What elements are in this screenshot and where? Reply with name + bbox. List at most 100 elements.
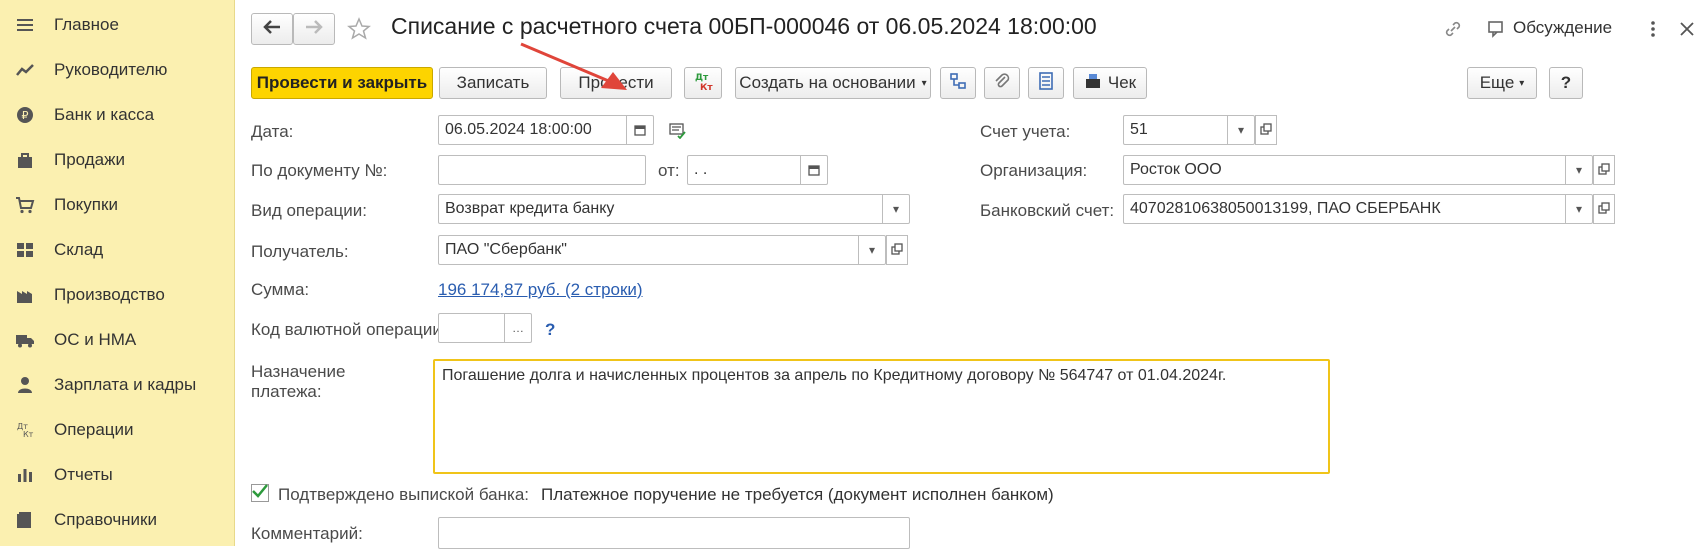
account-label: Счет учета: [980, 122, 1071, 141]
organization-value: Росток ООО [1130, 161, 1222, 178]
sidebar-item-main[interactable]: Главное [0, 5, 234, 45]
cart-icon [14, 194, 36, 216]
dt-kt-button[interactable]: Дт Кт [684, 67, 722, 99]
open-bank-account-button[interactable] [1593, 194, 1615, 224]
sidebar-item-assets[interactable]: ОС и НМА [0, 320, 234, 360]
sidebar-item-label: Продажи [54, 150, 125, 169]
sidebar-item-directories[interactable]: Справочники [0, 500, 234, 540]
sidebar-item-label: Производство [54, 285, 165, 304]
sidebar-item-reports[interactable]: Отчеты [0, 455, 234, 495]
date-value: 06.05.2024 18:00:00 [445, 121, 592, 138]
checkmark-icon [252, 483, 268, 503]
sidebar-item-label: Отчеты [54, 465, 113, 484]
receipt-label: Чек [1107, 73, 1137, 92]
operation-type-value: Возврат кредита банку [445, 200, 615, 217]
calendar-icon[interactable] [626, 116, 653, 144]
ellipsis-icon[interactable]: … [504, 314, 531, 342]
create-based-on-button[interactable]: Создать на основании ▾ [735, 67, 931, 99]
edit-text-icon[interactable] [667, 120, 689, 142]
close-icon[interactable] [1675, 17, 1699, 41]
document-list-icon [1038, 71, 1054, 95]
structure-button[interactable] [940, 67, 976, 99]
operation-type-label: Вид операции: [251, 201, 367, 220]
sidebar-item-manager[interactable]: Руководителю [0, 50, 234, 90]
from-label: от: [658, 161, 680, 180]
sidebar-item-bank[interactable]: ₽ Банк и касса [0, 95, 234, 135]
bank-account-label: Банковский счет: [980, 201, 1115, 220]
structure-icon [949, 72, 967, 95]
more-button[interactable]: Еще ▾ [1467, 67, 1537, 99]
confirmed-checkbox[interactable] [251, 484, 269, 502]
dt-kt-icon: Дт Кт [14, 419, 36, 441]
sidebar-item-purchases[interactable]: Покупки [0, 185, 234, 225]
comment-field[interactable] [438, 517, 910, 549]
sidebar-item-label: Главное [54, 15, 119, 34]
more-vertical-icon[interactable] [1645, 17, 1661, 41]
post-and-close-button[interactable]: Провести и закрыть [251, 67, 433, 99]
svg-text:Дт: Дт [695, 73, 709, 83]
svg-text:Кт: Кт [700, 83, 713, 92]
chevron-down-icon[interactable]: ▾ [858, 236, 885, 264]
currency-operation-field[interactable]: … [438, 313, 532, 343]
menu-icon [14, 14, 36, 36]
sum-link[interactable]: 196 174,87 руб. (2 строки) [438, 280, 643, 300]
sidebar-item-salary[interactable]: Зарплата и кадры [0, 365, 234, 405]
chevron-down-icon[interactable]: ▾ [1227, 116, 1254, 144]
from-date-field[interactable]: . . [687, 155, 828, 185]
ruble-coin-icon: ₽ [14, 104, 36, 126]
star-favorite-icon[interactable] [346, 16, 372, 42]
open-window-icon [1598, 160, 1610, 180]
sidebar-item-label: Склад [54, 240, 104, 259]
currency-operation-label: Код валютной операции: [251, 320, 447, 339]
report-button[interactable] [1028, 67, 1064, 99]
post-button[interactable]: Провести [560, 67, 672, 99]
sidebar-item-label: Руководителю [54, 60, 168, 79]
forward-button[interactable] [293, 13, 335, 45]
operation-type-select[interactable]: Возврат кредита банку ▾ [438, 194, 910, 224]
bank-account-select[interactable]: 40702810638050013199, ПАО СБЕРБАНК ▾ [1123, 194, 1593, 224]
save-button[interactable]: Записать [439, 67, 547, 99]
help-icon[interactable]: ? [545, 320, 555, 340]
account-value: 51 [1130, 121, 1148, 138]
open-account-button[interactable] [1255, 115, 1277, 145]
person-icon [14, 374, 36, 396]
help-button[interactable]: ? [1549, 67, 1583, 99]
sidebar-item-operations[interactable]: Дт Кт Операции [0, 410, 234, 450]
open-recipient-button[interactable] [886, 235, 908, 265]
page-title: Списание с расчетного счета 00БП-000046 … [391, 13, 1097, 39]
create-based-on-label: Создать на основании [739, 73, 916, 92]
recipient-label: Получатель: [251, 242, 349, 261]
doc-number-field[interactable] [438, 155, 646, 185]
dt-kt-icon: Дт Кт [691, 70, 715, 97]
cash-register-icon [1084, 73, 1102, 94]
discussion-icon[interactable] [1485, 17, 1509, 41]
bank-account-value: 40702810638050013199, ПАО СБЕРБАНК [1130, 200, 1441, 217]
organization-select[interactable]: Росток ООО ▾ [1123, 155, 1593, 185]
chevron-down-icon[interactable]: ▾ [1565, 195, 1592, 223]
chevron-down-icon[interactable]: ▾ [1565, 156, 1592, 184]
arrow-left-icon [263, 19, 281, 39]
calendar-icon[interactable] [800, 156, 827, 184]
receipt-button[interactable]: Чек [1073, 67, 1147, 99]
discussion-label[interactable]: Обсуждение [1513, 18, 1612, 38]
open-organization-button[interactable] [1593, 155, 1615, 185]
trend-icon [14, 59, 36, 81]
purpose-label-line1: Назначение [251, 362, 346, 381]
date-field[interactable]: 06.05.2024 18:00:00 [438, 115, 654, 145]
date-label: Дата: [251, 122, 294, 141]
back-button[interactable] [251, 13, 293, 45]
account-select[interactable]: 51 ▾ [1123, 115, 1255, 145]
chevron-down-icon[interactable]: ▾ [882, 195, 909, 223]
link-icon[interactable] [1441, 17, 1465, 41]
attach-button[interactable] [984, 67, 1020, 99]
open-window-icon [1598, 199, 1610, 219]
sidebar-item-warehouse[interactable]: Склад [0, 230, 234, 270]
payment-purpose-textarea[interactable]: Погашение долга и начисленных процентов … [433, 359, 1330, 474]
chevron-down-icon: ▾ [921, 77, 927, 89]
paperclip-icon [993, 72, 1011, 95]
sidebar-item-sales[interactable]: Продажи [0, 140, 234, 180]
sidebar-item-production[interactable]: Производство [0, 275, 234, 315]
recipient-select[interactable]: ПАО "Сбербанк" ▾ [438, 235, 886, 265]
sum-label: Сумма: [251, 280, 310, 299]
sidebar: Главное Руководителю ₽ Банк и касса Прод… [0, 0, 235, 546]
